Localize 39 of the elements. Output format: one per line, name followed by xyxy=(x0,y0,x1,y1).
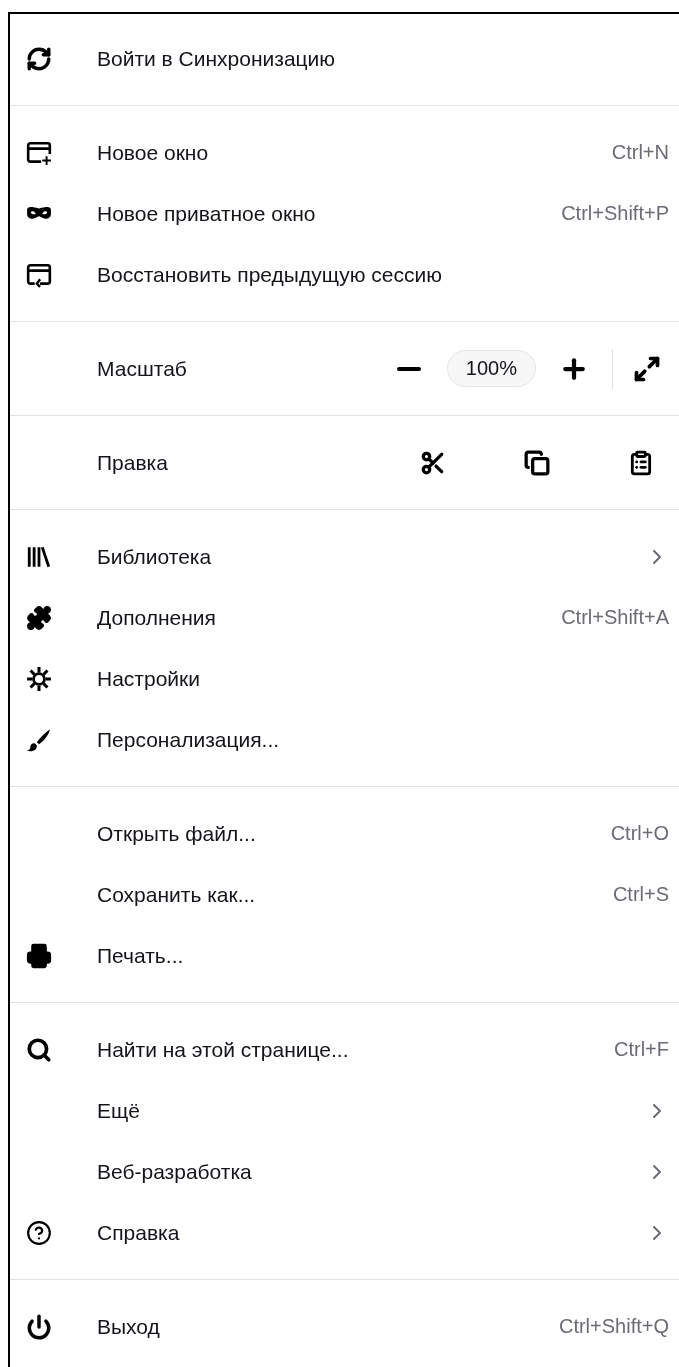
menu-item[interactable]: Печать... xyxy=(10,925,669,986)
menu-item[interactable]: Справка xyxy=(10,1202,669,1263)
zoom-reset-button[interactable]: 100% xyxy=(446,350,536,387)
expand-icon xyxy=(633,354,661,383)
scissors-icon xyxy=(420,449,446,476)
menu-item[interactable]: Настройки xyxy=(10,648,669,709)
menu-item[interactable]: Веб-разработка xyxy=(10,1141,669,1202)
menu-item[interactable]: Восстановить предыдущую сессию xyxy=(10,244,669,305)
search-icon xyxy=(26,1036,52,1063)
restore-window-icon xyxy=(26,261,52,288)
shortcut-text: Ctrl+S xyxy=(612,883,669,906)
menu-item[interactable]: Библиотека xyxy=(10,526,669,587)
menu-item[interactable]: Ещё xyxy=(10,1080,669,1141)
copy-icon xyxy=(524,449,550,476)
menu-item[interactable]: Сохранить как... Ctrl+S xyxy=(10,864,669,925)
new-window-icon xyxy=(26,139,52,166)
shortcut-text: Ctrl+Shift+Q xyxy=(558,1315,669,1338)
menu-item[interactable]: Выход Ctrl+Shift+Q xyxy=(10,1296,669,1357)
shortcut-text: Ctrl+O xyxy=(610,822,669,845)
menu-item[interactable]: Новое приватное окно Ctrl+Shift+P xyxy=(10,183,669,244)
menu-item[interactable]: Новое окно Ctrl+N xyxy=(10,122,669,183)
zoom-label: Масштаб xyxy=(97,356,187,381)
settings-icon xyxy=(26,665,52,692)
shortcut-text: Ctrl+Shift+A xyxy=(561,606,669,629)
menu-item[interactable]: Войти в Синхронизацию xyxy=(10,28,669,89)
menu-item[interactable]: Открыть файл... Ctrl+O xyxy=(10,803,669,864)
help-icon xyxy=(26,1219,52,1246)
menu-item[interactable]: Персонализация... xyxy=(10,709,669,770)
shortcut-text: Ctrl+F xyxy=(614,1038,669,1061)
minus-icon xyxy=(396,366,421,371)
brush-icon xyxy=(26,726,52,753)
menu-item[interactable]: Найти на этой странице... Ctrl+F xyxy=(10,1019,669,1080)
clipboard-icon xyxy=(628,449,654,476)
edit-label: Правка xyxy=(97,450,168,475)
sync-icon xyxy=(26,45,52,72)
shortcut-text: Ctrl+N xyxy=(611,141,669,164)
shortcut-text: Ctrl+Shift+P xyxy=(561,202,669,225)
power-icon xyxy=(26,1313,52,1340)
menu-item[interactable]: Дополнения Ctrl+Shift+A xyxy=(10,587,669,648)
